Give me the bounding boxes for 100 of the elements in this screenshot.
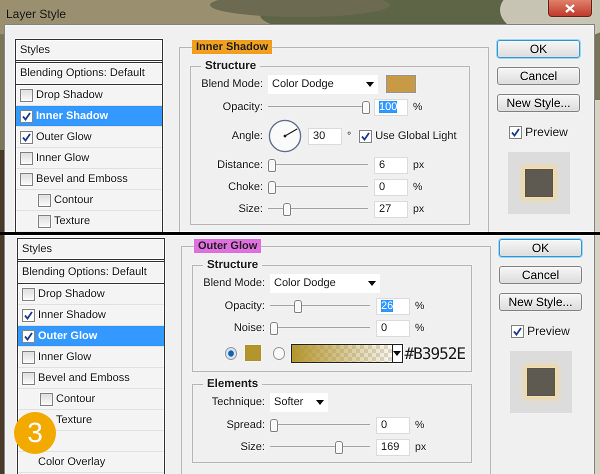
- group-title: Elements: [203, 378, 262, 390]
- color-swatch[interactable]: [386, 75, 416, 93]
- color-swatch[interactable]: [245, 345, 261, 361]
- slider-thumb[interactable]: [283, 203, 291, 216]
- number-field[interactable]: 169: [376, 438, 410, 456]
- field-label: Blend Mode:: [200, 78, 263, 90]
- field-label: Spread:: [225, 419, 265, 431]
- unit-label: %: [413, 101, 422, 113]
- field-label: Opacity:: [222, 101, 263, 113]
- group-title: Structure: [203, 259, 262, 271]
- style-item[interactable]: Bevel and Emboss: [36, 173, 128, 185]
- style-item[interactable]: Bevel and Emboss: [38, 372, 130, 384]
- style-item[interactable]: Inner Glow: [38, 351, 92, 363]
- blend-mode-dropdown[interactable]: Color Dodge: [268, 74, 378, 94]
- field-label: Angle:: [230, 130, 263, 142]
- close-button[interactable]: [548, 0, 592, 17]
- check-icon: [24, 332, 33, 340]
- hex-code: #B3952E: [404, 344, 465, 362]
- section-title: Outer Glow: [194, 239, 262, 253]
- angle-dial[interactable]: [268, 119, 302, 153]
- unit-label: px: [413, 203, 424, 215]
- checkbox[interactable]: [511, 324, 524, 338]
- field-label: Technique:: [210, 396, 265, 408]
- checkbox[interactable]: [20, 152, 33, 164]
- blend-mode-dropdown[interactable]: Color Dodge: [270, 274, 380, 292]
- number-field[interactable]: 0: [374, 178, 408, 196]
- number-field[interactable]: 0: [376, 320, 410, 336]
- style-item[interactable]: Drop Shadow: [38, 288, 105, 300]
- style-item[interactable]: Drop Shadow: [36, 89, 103, 101]
- number-field[interactable]: 30: [308, 128, 342, 144]
- unit-label: %: [413, 181, 422, 193]
- dialog-button[interactable]: New Style...: [499, 293, 582, 311]
- preview-thumbnail: [508, 152, 570, 214]
- radio-button[interactable]: [272, 346, 285, 360]
- checkbox[interactable]: [22, 372, 35, 384]
- checkbox[interactable]: [22, 308, 35, 322]
- slider-thumb[interactable]: [270, 419, 278, 432]
- checkbox[interactable]: [20, 130, 33, 144]
- check-icon: [22, 112, 31, 120]
- gradient-picker[interactable]: [290, 344, 403, 362]
- slider-thumb[interactable]: [270, 322, 278, 335]
- group-title: Structure: [201, 60, 260, 72]
- field-label: Distance:: [216, 159, 263, 171]
- slider-thumb[interactable]: [294, 300, 302, 313]
- style-item[interactable]: Outer Glow: [36, 131, 92, 143]
- checkbox[interactable]: [509, 126, 522, 138]
- style-item[interactable]: Contour: [54, 194, 94, 206]
- number-field[interactable]: 27: [374, 200, 408, 218]
- caret-icon: [368, 280, 376, 286]
- dialog-button[interactable]: OK: [497, 40, 580, 58]
- window-title: Layer Style: [6, 7, 66, 21]
- field-label: Blend Mode:: [202, 277, 265, 289]
- style-item[interactable]: Inner Glow: [36, 152, 90, 164]
- checkbox[interactable]: [20, 172, 33, 186]
- unit-label: px: [413, 159, 424, 171]
- checkbox[interactable]: [359, 130, 372, 142]
- dialog-button[interactable]: Cancel: [497, 67, 580, 85]
- field-label: Choke:: [227, 181, 263, 193]
- number-field[interactable]: 6: [374, 156, 408, 174]
- dialog-button[interactable]: New Style...: [497, 94, 580, 112]
- checkbox[interactable]: [40, 392, 53, 406]
- field-label: Opacity:: [224, 300, 265, 312]
- checkbox[interactable]: [22, 350, 35, 364]
- style-item[interactable]: Blending Options: Default: [16, 63, 162, 85]
- check-icon: [511, 128, 520, 136]
- check-icon: [513, 326, 522, 336]
- dialog-button[interactable]: Cancel: [499, 266, 582, 284]
- checkbox[interactable]: [38, 214, 51, 228]
- slider-thumb[interactable]: [335, 441, 343, 454]
- field-label: Noise:: [232, 322, 265, 334]
- unit-label: px: [415, 441, 426, 453]
- dialog-button[interactable]: OK: [499, 239, 582, 257]
- checkbox[interactable]: [20, 88, 33, 102]
- checkbox[interactable]: [22, 288, 35, 300]
- check-icon: [361, 132, 370, 140]
- checkbox-label: Preview: [527, 324, 570, 338]
- style-item[interactable]: Inner Shadow: [38, 309, 106, 321]
- technique-dropdown[interactable]: Softer: [270, 392, 328, 412]
- style-item[interactable]: Blending Options: Default: [18, 262, 164, 284]
- section-title: Inner Shadow: [192, 40, 272, 54]
- caret-icon: [393, 350, 402, 356]
- slider-thumb[interactable]: [268, 181, 276, 194]
- list-header: Styles: [18, 239, 164, 262]
- number-field[interactable]: 0: [376, 416, 410, 434]
- step-badge: 3: [14, 412, 56, 454]
- check-icon: [24, 310, 33, 320]
- style-item[interactable]: Contour: [56, 393, 96, 405]
- radio-button[interactable]: [225, 346, 238, 360]
- style-item[interactable]: Texture: [54, 215, 90, 227]
- unit-label: %: [415, 300, 424, 312]
- list-header: Styles: [16, 40, 162, 63]
- slider-thumb[interactable]: [268, 159, 276, 172]
- checkbox[interactable]: [20, 110, 33, 122]
- checkbox[interactable]: [22, 330, 35, 342]
- check-icon: [22, 132, 31, 142]
- style-item[interactable]: Color Overlay: [38, 456, 106, 468]
- field-label: Size:: [240, 441, 265, 453]
- checkbox[interactable]: [38, 194, 51, 206]
- style-item[interactable]: Texture: [56, 414, 92, 426]
- slider-thumb[interactable]: [362, 101, 370, 114]
